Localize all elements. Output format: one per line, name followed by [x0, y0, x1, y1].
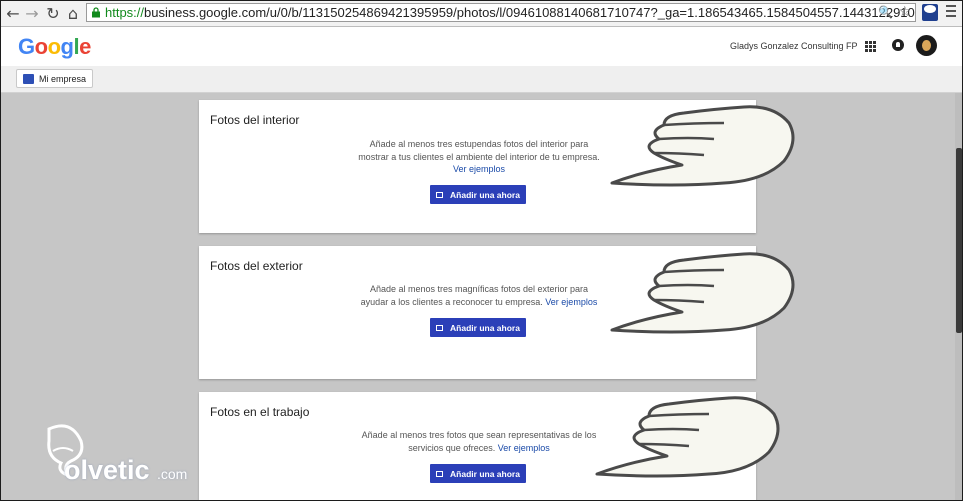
google-logo[interactable]: Google: [18, 34, 91, 60]
address-bar[interactable]: https://business.google.com/u/0/b/113150…: [86, 3, 916, 22]
scrollbar-thumb[interactable]: [956, 148, 962, 333]
add-photo-button[interactable]: Añadir una ahora: [430, 185, 526, 204]
add-photo-button[interactable]: Añadir una ahora: [430, 318, 526, 337]
my-business-label: Mi empresa: [39, 73, 87, 84]
watermark-suffix: .com: [157, 466, 188, 482]
zoom-icon[interactable]: 🔍: [878, 5, 893, 19]
pointing-hand-icon: [595, 396, 780, 478]
camera-icon: [436, 191, 444, 198]
business-icon: [23, 73, 34, 84]
page-scrollbar[interactable]: [955, 93, 962, 500]
pointing-hand-icon: [610, 252, 795, 334]
forward-arrow-icon[interactable]: →: [23, 3, 41, 23]
watermark-text: olvetic: [64, 455, 150, 485]
card-description: Añade al menos tres fotos que sean repre…: [361, 430, 597, 453]
avatar[interactable]: [916, 35, 937, 56]
see-examples-link[interactable]: Ver ejemplos: [453, 164, 505, 174]
browser-toolbar: ← → ↻ ⌂ https://business.google.com/u/0/…: [1, 1, 962, 27]
url-text: https://business.google.com/u/0/b/113150…: [105, 5, 915, 20]
camera-icon: [436, 324, 444, 331]
add-photo-button[interactable]: Añadir una ahora: [430, 464, 526, 483]
lock-icon: [92, 7, 100, 18]
business-subbar: Mi empresa: [1, 66, 962, 93]
card-description: Añade al menos tres estupendas fotos del…: [358, 139, 600, 174]
notifications-icon[interactable]: [892, 39, 904, 51]
screenshot-frame: ← → ↻ ⌂ https://business.google.com/u/0/…: [0, 0, 963, 501]
see-examples-link[interactable]: Ver ejemplos: [498, 443, 550, 453]
card-title: Fotos del interior: [210, 113, 300, 127]
logo-letter: G: [18, 34, 35, 59]
back-arrow-icon[interactable]: ←: [4, 3, 22, 23]
logo-letter: o: [47, 34, 61, 59]
google-header: Google Gladys Gonzalez Consulting FP: [1, 27, 962, 67]
see-examples-link[interactable]: Ver ejemplos: [545, 297, 597, 307]
browser-menu-icon[interactable]: [946, 5, 956, 20]
pointing-hand-icon: [610, 105, 795, 187]
logo-letter: e: [79, 34, 91, 59]
card-description: Añade al menos tres magníficas fotos del…: [360, 284, 598, 307]
my-business-button[interactable]: Mi empresa: [16, 69, 94, 88]
logo-letter: o: [34, 34, 48, 59]
card-title: Fotos en el trabajo: [210, 405, 310, 419]
bookmark-star-icon[interactable]: ☆: [898, 4, 911, 20]
reload-icon[interactable]: ↻: [44, 3, 62, 23]
home-icon[interactable]: ⌂: [64, 3, 82, 23]
logo-letter: g: [60, 34, 74, 59]
card-title: Fotos del exterior: [210, 259, 303, 273]
camera-icon: [436, 470, 444, 477]
account-name: Gladys Gonzalez Consulting FP: [730, 41, 858, 51]
apps-grid-icon[interactable]: [865, 41, 876, 52]
extension-icon[interactable]: [922, 4, 938, 21]
